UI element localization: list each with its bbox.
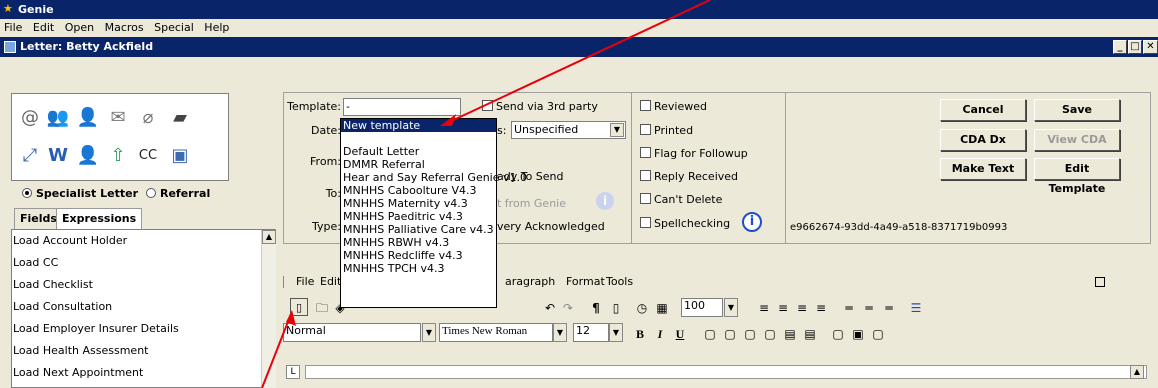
arrowhead-top (440, 114, 456, 126)
annotation-arrow-bottom (261, 313, 292, 388)
annotation-arrow-top (444, 0, 711, 125)
annotation-arrows (261, 0, 711, 388)
